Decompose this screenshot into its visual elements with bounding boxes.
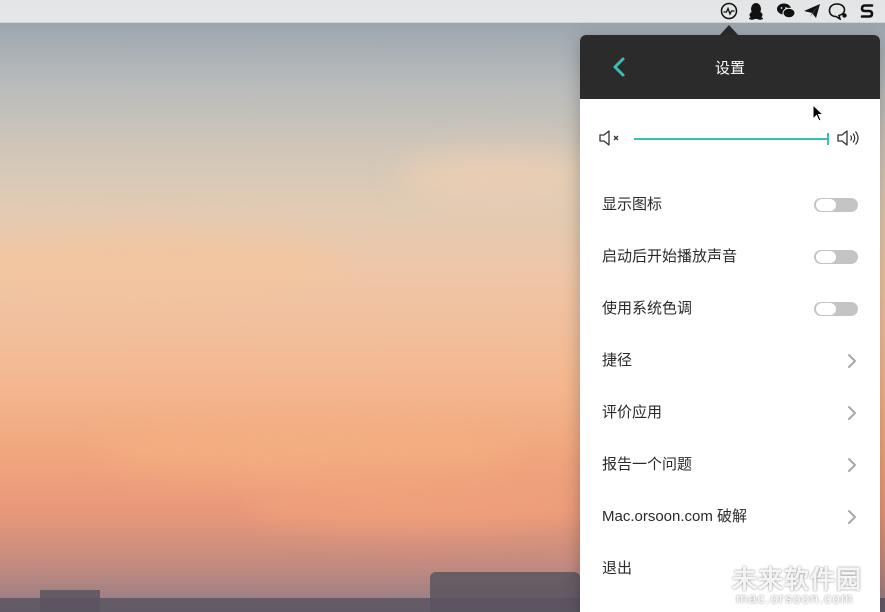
menu-item-rate-app[interactable]: 评价应用 (580, 387, 880, 439)
setting-label: 启动后开始播放声音 (602, 248, 738, 265)
menu-bar (0, 0, 885, 23)
autoplay-toggle[interactable] (814, 250, 858, 264)
panel-title: 设置 (714, 60, 745, 77)
wallpaper-mesa (40, 590, 100, 612)
qq-icon[interactable] (746, 2, 766, 20)
wallpaper-cloud (100, 420, 520, 480)
menu-item-label: Mac.orsoon.com 破解 (602, 508, 748, 525)
wechat-icon[interactable] (776, 2, 796, 20)
menu-item-label: 报告一个问题 (602, 456, 693, 473)
activity-monitor-icon[interactable] (719, 2, 739, 20)
volume-max-icon[interactable] (836, 129, 862, 147)
wallpaper-cloud (400, 150, 600, 200)
chevron-right-icon (848, 458, 856, 472)
menu-item-orsoon[interactable]: Mac.orsoon.com 破解 (580, 491, 880, 543)
wallpaper-mesa (430, 572, 580, 612)
setting-row-show-icon: 显示图标 (580, 179, 880, 231)
volume-slider[interactable] (634, 133, 829, 145)
setting-row-autoplay: 启动后开始播放声音 (580, 231, 880, 283)
setting-label: 显示图标 (602, 196, 663, 213)
toggle-knob (816, 199, 836, 211)
volume-control (580, 123, 880, 153)
volume-slider-fill (634, 138, 828, 140)
chat-bubble-icon[interactable] (828, 2, 848, 20)
toggle-knob (816, 251, 836, 263)
orsoon-logo-icon (680, 560, 724, 604)
show-icon-toggle[interactable] (814, 198, 858, 212)
menu-item-label: 退出 (602, 560, 633, 577)
site-watermark: 未来软件园 mac.orsoon.com (678, 556, 878, 608)
volume-mute-icon[interactable] (598, 129, 624, 147)
system-tint-toggle[interactable] (814, 302, 858, 316)
wallpaper-cloud (0, 230, 340, 300)
paper-plane-icon[interactable] (802, 2, 822, 20)
panel-header: 设置 (580, 35, 880, 99)
wallpaper-cloud (250, 480, 580, 530)
menu-item-shortcuts[interactable]: 捷径 (580, 335, 880, 387)
chevron-right-icon (848, 354, 856, 368)
toggle-knob (816, 303, 836, 315)
setting-row-system-tint: 使用系统色调 (580, 283, 880, 335)
menu-item-report-issue[interactable]: 报告一个问题 (580, 439, 880, 491)
mouse-cursor-icon (812, 104, 824, 122)
s-logo-icon[interactable] (857, 2, 877, 20)
menu-item-label: 评价应用 (602, 404, 663, 421)
setting-label: 使用系统色调 (602, 300, 693, 317)
menu-item-label: 捷径 (602, 352, 633, 369)
chevron-right-icon (848, 406, 856, 420)
volume-slider-handle[interactable] (827, 133, 829, 145)
settings-panel: 设置 显示图标 启动后开始播放声音 使用系统色调 捷径 评价应用 报告一个问题 … (580, 35, 880, 612)
chevron-right-icon (848, 510, 856, 524)
watermark-url: mac.orsoon.com (736, 590, 854, 606)
